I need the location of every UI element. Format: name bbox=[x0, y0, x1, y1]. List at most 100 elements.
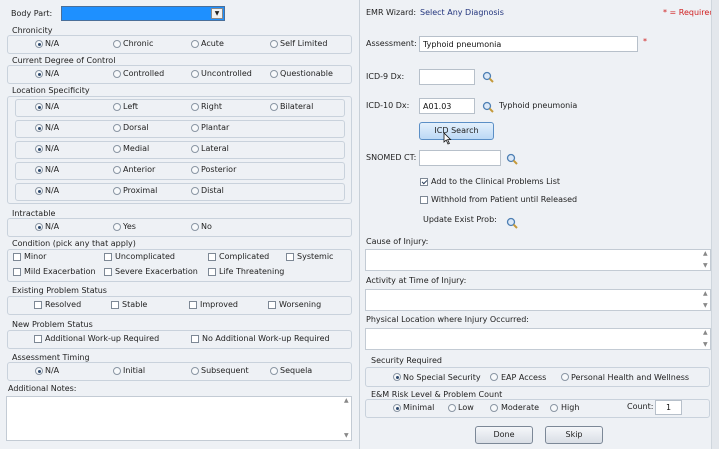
timing-option: Sequela bbox=[280, 366, 313, 375]
mouse-cursor-icon bbox=[443, 132, 452, 145]
chronicity-acute-radio[interactable] bbox=[191, 40, 199, 48]
security-personal-health-radio[interactable] bbox=[561, 373, 569, 381]
scroll-down-icon[interactable]: ▼ bbox=[703, 303, 708, 309]
existing-resolved-checkbox[interactable] bbox=[34, 301, 42, 309]
timing-sequela-radio[interactable] bbox=[270, 367, 278, 375]
window-scrollbar[interactable] bbox=[711, 0, 719, 449]
location-bilateral-radio[interactable] bbox=[270, 103, 278, 111]
location-left-radio[interactable] bbox=[113, 103, 121, 111]
scroll-up-icon[interactable]: ▲ bbox=[703, 330, 708, 336]
location-na-radio[interactable] bbox=[35, 124, 43, 132]
icd-search-button[interactable]: ICD Search bbox=[419, 122, 494, 140]
chevron-down-icon[interactable]: ▼ bbox=[211, 8, 223, 19]
assessment-input[interactable] bbox=[419, 36, 638, 52]
security-eap-radio[interactable] bbox=[490, 373, 498, 381]
scroll-up-icon[interactable]: ▲ bbox=[703, 251, 708, 257]
existing-worsening-checkbox[interactable] bbox=[268, 301, 276, 309]
condition-life-threatening-checkbox[interactable] bbox=[208, 268, 216, 276]
chronicity-chronic-radio[interactable] bbox=[113, 40, 121, 48]
condition-complicated-checkbox[interactable] bbox=[208, 253, 216, 261]
condition-minor-checkbox[interactable] bbox=[13, 253, 21, 261]
timing-initial-radio[interactable] bbox=[113, 367, 121, 375]
existing-improved-checkbox[interactable] bbox=[189, 301, 197, 309]
location-option: Proximal bbox=[123, 186, 158, 195]
intractable-yes-radio[interactable] bbox=[113, 223, 121, 231]
add-clinical-problems-checkbox[interactable] bbox=[420, 178, 428, 186]
notes-scrollbar[interactable]: ▲ ▼ bbox=[343, 398, 350, 439]
risk-low-radio[interactable] bbox=[448, 404, 456, 412]
risk-high-radio[interactable] bbox=[550, 404, 558, 412]
security-no-special-radio[interactable] bbox=[393, 373, 401, 381]
existing-option: Worsening bbox=[279, 300, 322, 309]
control-na-radio[interactable] bbox=[35, 70, 43, 78]
scroll-down-icon[interactable]: ▼ bbox=[703, 263, 708, 269]
snomed-search-icon[interactable] bbox=[506, 153, 518, 165]
location-na-radio[interactable] bbox=[35, 145, 43, 153]
location-lateral-radio[interactable] bbox=[191, 145, 199, 153]
physical-location-textarea[interactable]: ▲ ▼ bbox=[365, 328, 711, 350]
condition-severe-exacerbation-checkbox[interactable] bbox=[104, 268, 112, 276]
scroll-down-icon[interactable]: ▼ bbox=[703, 342, 708, 348]
location-dorsal-radio[interactable] bbox=[113, 124, 121, 132]
snomed-input[interactable] bbox=[419, 150, 501, 166]
control-uncontrolled-radio[interactable] bbox=[191, 70, 199, 78]
location-option: Dorsal bbox=[123, 123, 149, 132]
location-distal-radio[interactable] bbox=[191, 187, 199, 195]
additional-workup-checkbox[interactable] bbox=[34, 335, 42, 343]
no-additional-workup-checkbox[interactable] bbox=[191, 335, 199, 343]
scroll-down-icon[interactable]: ▼ bbox=[344, 433, 349, 439]
condition-mild-exacerbation-checkbox[interactable] bbox=[13, 268, 21, 276]
intractable-na-radio[interactable] bbox=[35, 223, 43, 231]
intractable-no-radio[interactable] bbox=[191, 223, 199, 231]
location-anterior-radio[interactable] bbox=[113, 166, 121, 174]
location-plantar-radio[interactable] bbox=[191, 124, 199, 132]
icd10-search-icon[interactable] bbox=[482, 101, 494, 113]
update-prob-search-icon[interactable] bbox=[506, 217, 518, 229]
risk-minimal-radio[interactable] bbox=[393, 404, 401, 412]
risk-moderate-radio[interactable] bbox=[490, 404, 498, 412]
control-controlled-radio[interactable] bbox=[113, 70, 121, 78]
existing-stable-checkbox[interactable] bbox=[111, 301, 119, 309]
timing-subsequent-radio[interactable] bbox=[191, 367, 199, 375]
notes-textarea[interactable]: ▲ ▼ bbox=[6, 396, 352, 441]
location-na-radio[interactable] bbox=[35, 166, 43, 174]
scroll-up-icon[interactable]: ▲ bbox=[703, 291, 708, 297]
condition-uncomplicated-checkbox[interactable] bbox=[104, 253, 112, 261]
activity-scrollbar[interactable]: ▲ ▼ bbox=[702, 291, 709, 309]
done-button[interactable]: Done bbox=[475, 426, 533, 444]
new-status-option: Additional Work-up Required bbox=[45, 334, 160, 343]
location-right-radio[interactable] bbox=[191, 103, 199, 111]
location-option: N/A bbox=[45, 144, 60, 153]
location-option: Plantar bbox=[201, 123, 230, 132]
location-title: Location Specificity bbox=[12, 86, 90, 95]
control-questionable-radio[interactable] bbox=[270, 70, 278, 78]
scroll-up-icon[interactable]: ▲ bbox=[344, 398, 349, 404]
icd10-input[interactable] bbox=[419, 98, 475, 114]
condition-systemic-checkbox[interactable] bbox=[286, 253, 294, 261]
count-input[interactable] bbox=[655, 400, 682, 415]
location-na-radio[interactable] bbox=[35, 103, 43, 111]
location-proximal-radio[interactable] bbox=[113, 187, 121, 195]
select-diagnosis-link[interactable]: Select Any Diagnosis bbox=[420, 8, 504, 18]
location-option: N/A bbox=[45, 165, 60, 174]
icd9-search-icon[interactable] bbox=[482, 71, 494, 83]
location-medial-radio[interactable] bbox=[113, 145, 121, 153]
location-na-radio[interactable] bbox=[35, 187, 43, 195]
chronicity-self-limited-radio[interactable] bbox=[270, 40, 278, 48]
cause-scrollbar[interactable]: ▲ ▼ bbox=[702, 251, 709, 269]
cause-textarea[interactable]: ▲ ▼ bbox=[365, 249, 711, 271]
activity-textarea[interactable]: ▲ ▼ bbox=[365, 289, 711, 311]
timing-na-radio[interactable] bbox=[35, 367, 43, 375]
icd10-description: Typhoid pneumonia bbox=[499, 101, 578, 110]
physical-scrollbar[interactable]: ▲ ▼ bbox=[702, 330, 709, 348]
column-divider bbox=[359, 0, 360, 449]
withhold-checkbox[interactable] bbox=[420, 196, 428, 204]
location-posterior-radio[interactable] bbox=[191, 166, 199, 174]
skip-button[interactable]: Skip bbox=[545, 426, 603, 444]
condition-option: Mild Exacerbation bbox=[24, 267, 96, 276]
chronicity-na-radio[interactable] bbox=[35, 40, 43, 48]
physical-location-label: Physical Location where Injury Occurred: bbox=[366, 315, 529, 324]
body-part-dropdown[interactable]: ▼ bbox=[61, 6, 225, 21]
wizard-label: EMR Wizard: bbox=[366, 8, 417, 17]
icd9-input[interactable] bbox=[419, 69, 475, 85]
